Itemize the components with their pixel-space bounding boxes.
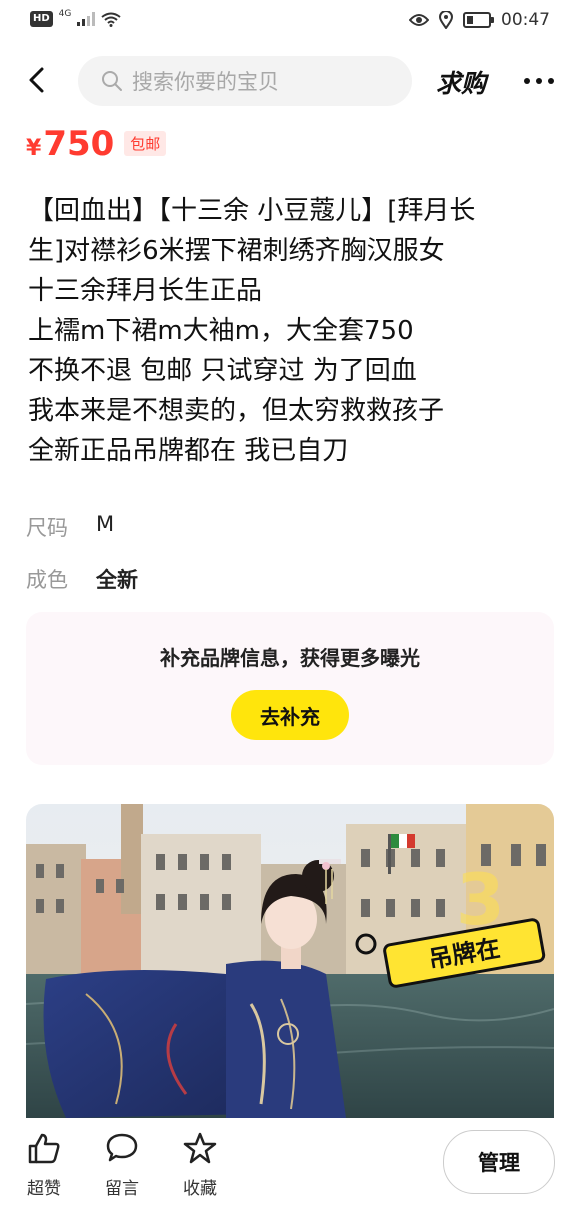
- search-placeholder: 搜索你要的宝贝: [132, 70, 279, 94]
- comment-button[interactable]: 留言: [92, 1132, 152, 1199]
- status-time: 00:47: [501, 10, 550, 30]
- network-type: 4G: [58, 9, 72, 19]
- bottom-action-bar: 超赞 留言 收藏 管理: [0, 1118, 580, 1205]
- top-nav: 搜索你要的宝贝 求购: [0, 54, 580, 108]
- hd-badge: HD: [30, 11, 53, 27]
- manage-button[interactable]: 管理: [443, 1130, 555, 1194]
- item-description: 【回血出】【十三余 小豆蔻儿】[拜月长 生]对襟衫6米摆下裙刺绣齐胸汉服女 十三…: [28, 191, 558, 471]
- currency-symbol: ¥: [26, 136, 42, 161]
- add-brand-button[interactable]: 去补充: [231, 690, 349, 740]
- condition-attribute: 成色 全新: [26, 564, 138, 594]
- star-icon: [183, 1132, 217, 1164]
- want-to-buy-button[interactable]: 求购: [436, 64, 486, 100]
- like-button[interactable]: 超赞: [14, 1132, 74, 1199]
- brand-info-card: 补充品牌信息，获得更多曝光 去补充: [26, 612, 554, 765]
- location-icon: [439, 11, 453, 29]
- size-label: 尺码: [26, 516, 68, 540]
- description-line: 全新正品吊牌都在 我已自刀: [28, 436, 349, 466]
- signal-icon: [77, 12, 96, 26]
- favorite-label: 收藏: [183, 1179, 217, 1199]
- price-row: ¥ 750 包邮: [26, 124, 167, 164]
- price-amount: 750: [43, 124, 115, 164]
- brand-info-prompt: 补充品牌信息，获得更多曝光: [160, 646, 420, 670]
- description-line: 【回血出】【十三余 小豆蔻儿】[拜月长: [28, 196, 476, 226]
- search-icon: [102, 71, 122, 91]
- battery-icon: [463, 12, 494, 28]
- product-photo-illustration: 3 吊牌在: [26, 804, 554, 1118]
- size-attribute: 尺码 M: [26, 512, 114, 542]
- status-bar: HD 4G 00:47: [0, 0, 580, 42]
- comment-icon: [106, 1133, 138, 1162]
- description-line: 生]对襟衫6米摆下裙刺绣齐胸汉服女: [28, 236, 445, 266]
- product-photo[interactable]: 3 吊牌在: [26, 804, 554, 1118]
- condition-label: 成色: [26, 568, 68, 592]
- size-value: M: [96, 512, 115, 536]
- more-options-icon[interactable]: [524, 78, 554, 84]
- thumbs-up-icon: [28, 1133, 60, 1164]
- search-bar[interactable]: 搜索你要的宝贝: [78, 56, 412, 106]
- favorite-button[interactable]: 收藏: [170, 1132, 230, 1199]
- back-arrow-icon[interactable]: [24, 66, 52, 94]
- description-line: 我本来是不想卖的，但太穷救救孩子: [28, 396, 445, 426]
- description-line: 不换不退 包邮 只试穿过 为了回血: [28, 356, 417, 386]
- wifi-icon: [101, 12, 121, 27]
- description-line: 十三余拜月长生正品: [28, 276, 263, 306]
- comment-label: 留言: [105, 1179, 139, 1199]
- free-shipping-badge: 包邮: [124, 131, 167, 156]
- eye-icon: [409, 14, 429, 26]
- description-line: 上襦m下裙m大袖m，大全套750: [28, 316, 414, 346]
- like-label: 超赞: [27, 1179, 61, 1199]
- condition-value: 全新: [96, 568, 138, 592]
